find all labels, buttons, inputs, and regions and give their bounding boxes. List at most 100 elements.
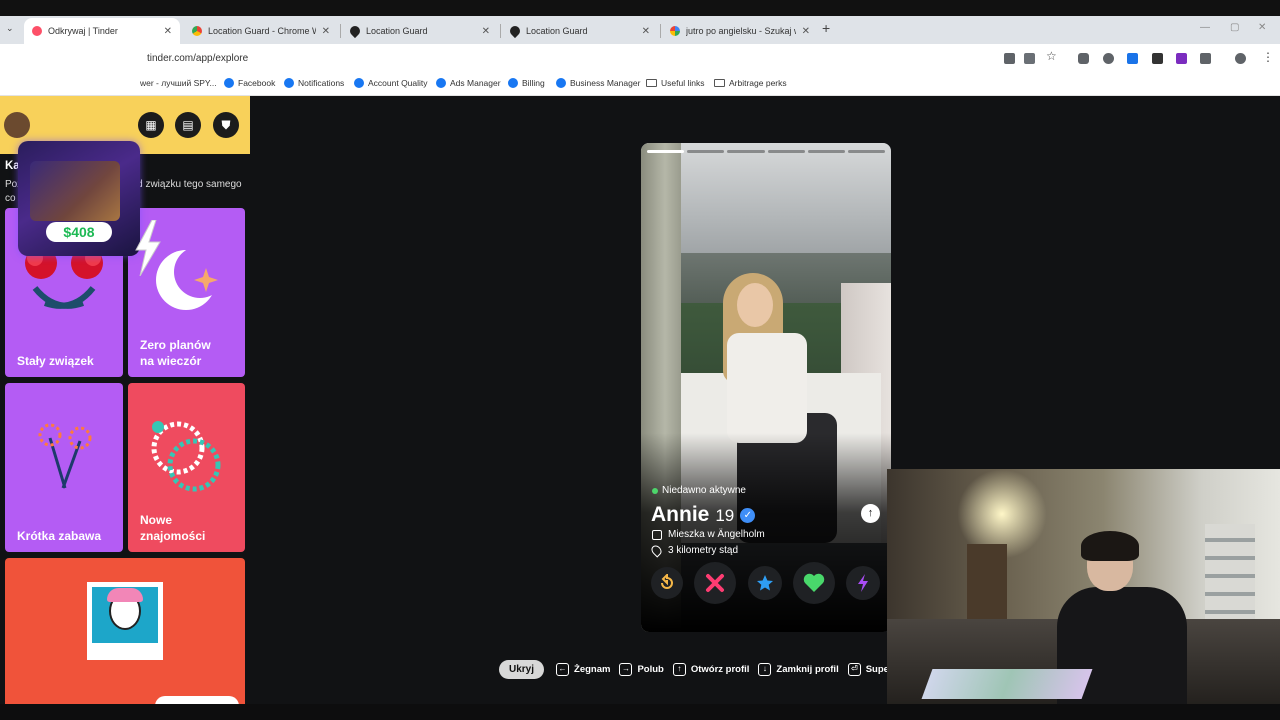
- address-bar[interactable]: tinder.com/app/explore: [135, 47, 1065, 69]
- tab-tinder[interactable]: Odkrywaj | Tinder ✕: [24, 18, 180, 44]
- bracelets-icon: [151, 421, 221, 492]
- bookmark-notifications[interactable]: Notifications: [284, 78, 344, 88]
- browser-tab-bar: ⌄ Odkrywaj | Tinder ✕ Location Guard - C…: [0, 16, 1280, 44]
- shortcut-open-profile: ↑ Otwórz profil: [672, 662, 749, 676]
- explore-card-bottom[interactable]: [5, 558, 245, 720]
- right-arrow-key-icon: →: [619, 662, 633, 676]
- hide-shortcuts-button[interactable]: Ukryj: [499, 659, 545, 679]
- bookmark-ads-manager[interactable]: Ads Manager: [436, 78, 501, 88]
- tab-google-search[interactable]: jutro po angielsku - Szukaj w G ✕: [662, 18, 818, 44]
- photo-indicator[interactable]: [807, 150, 845, 153]
- location-pin-favicon-icon: [347, 23, 363, 39]
- tab-title: jutro po angielsku - Szukaj w G: [686, 26, 796, 36]
- profile-location: Mieszka w Ängelholm: [652, 529, 765, 540]
- facebook-icon: [354, 78, 364, 88]
- install-app-icon[interactable]: [1004, 53, 1015, 64]
- like-button[interactable]: [793, 562, 835, 604]
- nope-icon: [706, 574, 724, 592]
- rewind-icon: [661, 574, 673, 589]
- bookmark-arbitrage-perks[interactable]: Arbitrage perks: [714, 78, 787, 88]
- lightning-icon: [135, 220, 161, 276]
- boost-icon: [858, 574, 868, 592]
- tab-search-chevron-icon[interactable]: ⌄: [6, 23, 14, 34]
- card-label: Nowe znajomości: [140, 513, 206, 543]
- extension-icon[interactable]: [1152, 53, 1163, 64]
- bookmark-business-manager[interactable]: Business Manager: [556, 78, 640, 88]
- keyboard-shortcuts-bar: Ukryj ← Żegnam → Polub ↑ Otwórz profil ↓ Zam…: [499, 659, 907, 679]
- tab-separator: [660, 24, 661, 38]
- tab-location-guard-1[interactable]: Location Guard ✕: [342, 18, 498, 44]
- shield-icon[interactable]: ⛊: [213, 112, 239, 138]
- extension-icon[interactable]: [1103, 53, 1114, 64]
- new-tab-icon[interactable]: +: [822, 20, 830, 36]
- super-like-button[interactable]: [748, 566, 782, 600]
- profile-name-row: Annie 19 ✓: [651, 503, 756, 527]
- extension-icon[interactable]: [1127, 53, 1138, 64]
- facebook-icon: [284, 78, 294, 88]
- profile-distance: 3 kilometry stąd: [649, 543, 739, 558]
- polaroid-icon: [87, 582, 163, 660]
- maximize-icon[interactable]: ▢: [1230, 22, 1239, 33]
- minimize-icon[interactable]: —: [1200, 22, 1210, 33]
- photo-indicator[interactable]: [767, 150, 805, 153]
- translate-icon[interactable]: [1024, 53, 1035, 64]
- folder-icon: [646, 79, 657, 87]
- bookmark-facebook[interactable]: Facebook: [224, 78, 275, 88]
- photo-indicator[interactable]: [727, 150, 765, 153]
- location-pin-icon: [649, 543, 664, 558]
- bookmark-spy[interactable]: wer - лучший SPY...: [140, 78, 217, 88]
- user-avatar[interactable]: [4, 112, 30, 138]
- grid-icon[interactable]: ▦: [138, 112, 164, 138]
- webcam-overlay: [887, 469, 1280, 704]
- url-text: tinder.com/app/explore: [147, 53, 249, 64]
- tab-title: Location Guard: [526, 26, 588, 36]
- video-camera-icon[interactable]: [1078, 53, 1089, 64]
- photo-indicator[interactable]: [687, 150, 725, 153]
- chrome-webstore-favicon-icon: [192, 26, 202, 36]
- card-label: Krótka zabawa: [17, 529, 102, 543]
- folder-icon: [714, 79, 725, 87]
- photo-indicator[interactable]: [647, 150, 685, 153]
- close-tab-icon[interactable]: ✕: [164, 26, 172, 37]
- close-tab-icon[interactable]: ✕: [642, 26, 650, 37]
- tab-title: Location Guard - Chrome Web: [208, 26, 316, 36]
- facebook-icon: [436, 78, 446, 88]
- bookmark-billing[interactable]: Billing: [508, 78, 545, 88]
- nope-button[interactable]: [694, 562, 736, 604]
- screen-bottom-border: [0, 704, 1280, 720]
- explore-sidebar: ▦ ▤ ⛊ Kawa na ławę Poznawaj osoby, które…: [0, 96, 250, 720]
- webcam-person-hair: [1081, 531, 1139, 561]
- more-menu-icon[interactable]: ⋮: [1262, 50, 1274, 64]
- briefcase-icon[interactable]: ▤: [175, 112, 201, 138]
- photo-indicator[interactable]: [847, 150, 886, 153]
- photo-progress-bars: [647, 150, 886, 153]
- puzzle-extensions-icon[interactable]: [1200, 53, 1211, 64]
- profile-distance-text: 3 kilometry stąd: [668, 545, 739, 556]
- profile-card[interactable]: Niedawno aktywne Annie 19 ✓ ↑ Mieszka w …: [641, 143, 891, 632]
- down-arrow-key-icon: ↓: [758, 662, 772, 676]
- close-window-icon[interactable]: ✕: [1258, 22, 1266, 33]
- profile-avatar-icon[interactable]: [1235, 53, 1246, 64]
- explore-card-new-friends[interactable]: Nowe znajomości: [128, 383, 245, 552]
- close-tab-icon[interactable]: ✕: [802, 26, 810, 37]
- close-tab-icon[interactable]: ✕: [482, 26, 490, 37]
- tab-location-guard-2[interactable]: Location Guard ✕: [502, 18, 658, 44]
- extension-icon[interactable]: [1176, 53, 1187, 64]
- bookmark-star-icon[interactable]: ☆: [1046, 49, 1057, 63]
- price-badge: $408: [46, 222, 112, 242]
- bookmark-useful-links[interactable]: Useful links: [646, 78, 704, 88]
- rewind-button[interactable]: [651, 567, 683, 599]
- online-dot-icon: [652, 487, 658, 494]
- open-profile-arrow-icon[interactable]: ↑: [861, 504, 880, 523]
- screen: ⌄ Odkrywaj | Tinder ✕ Location Guard - C…: [0, 0, 1280, 720]
- tab-title: Odkrywaj | Tinder: [48, 26, 118, 36]
- bookmark-account-quality[interactable]: Account Quality: [354, 78, 428, 88]
- browser-toolbar: tinder.com/app/explore ☆ ⋮: [0, 44, 1280, 72]
- tab-location-guard-webstore[interactable]: Location Guard - Chrome Web ✕: [184, 18, 338, 44]
- close-tab-icon[interactable]: ✕: [322, 26, 330, 37]
- explore-card-short-fun[interactable]: Krótka zabawa: [5, 383, 123, 552]
- boost-button[interactable]: [846, 566, 880, 600]
- screen-top-border: [0, 0, 1280, 16]
- card-label: Stały związek: [17, 354, 94, 368]
- left-arrow-key-icon: ←: [556, 662, 570, 676]
